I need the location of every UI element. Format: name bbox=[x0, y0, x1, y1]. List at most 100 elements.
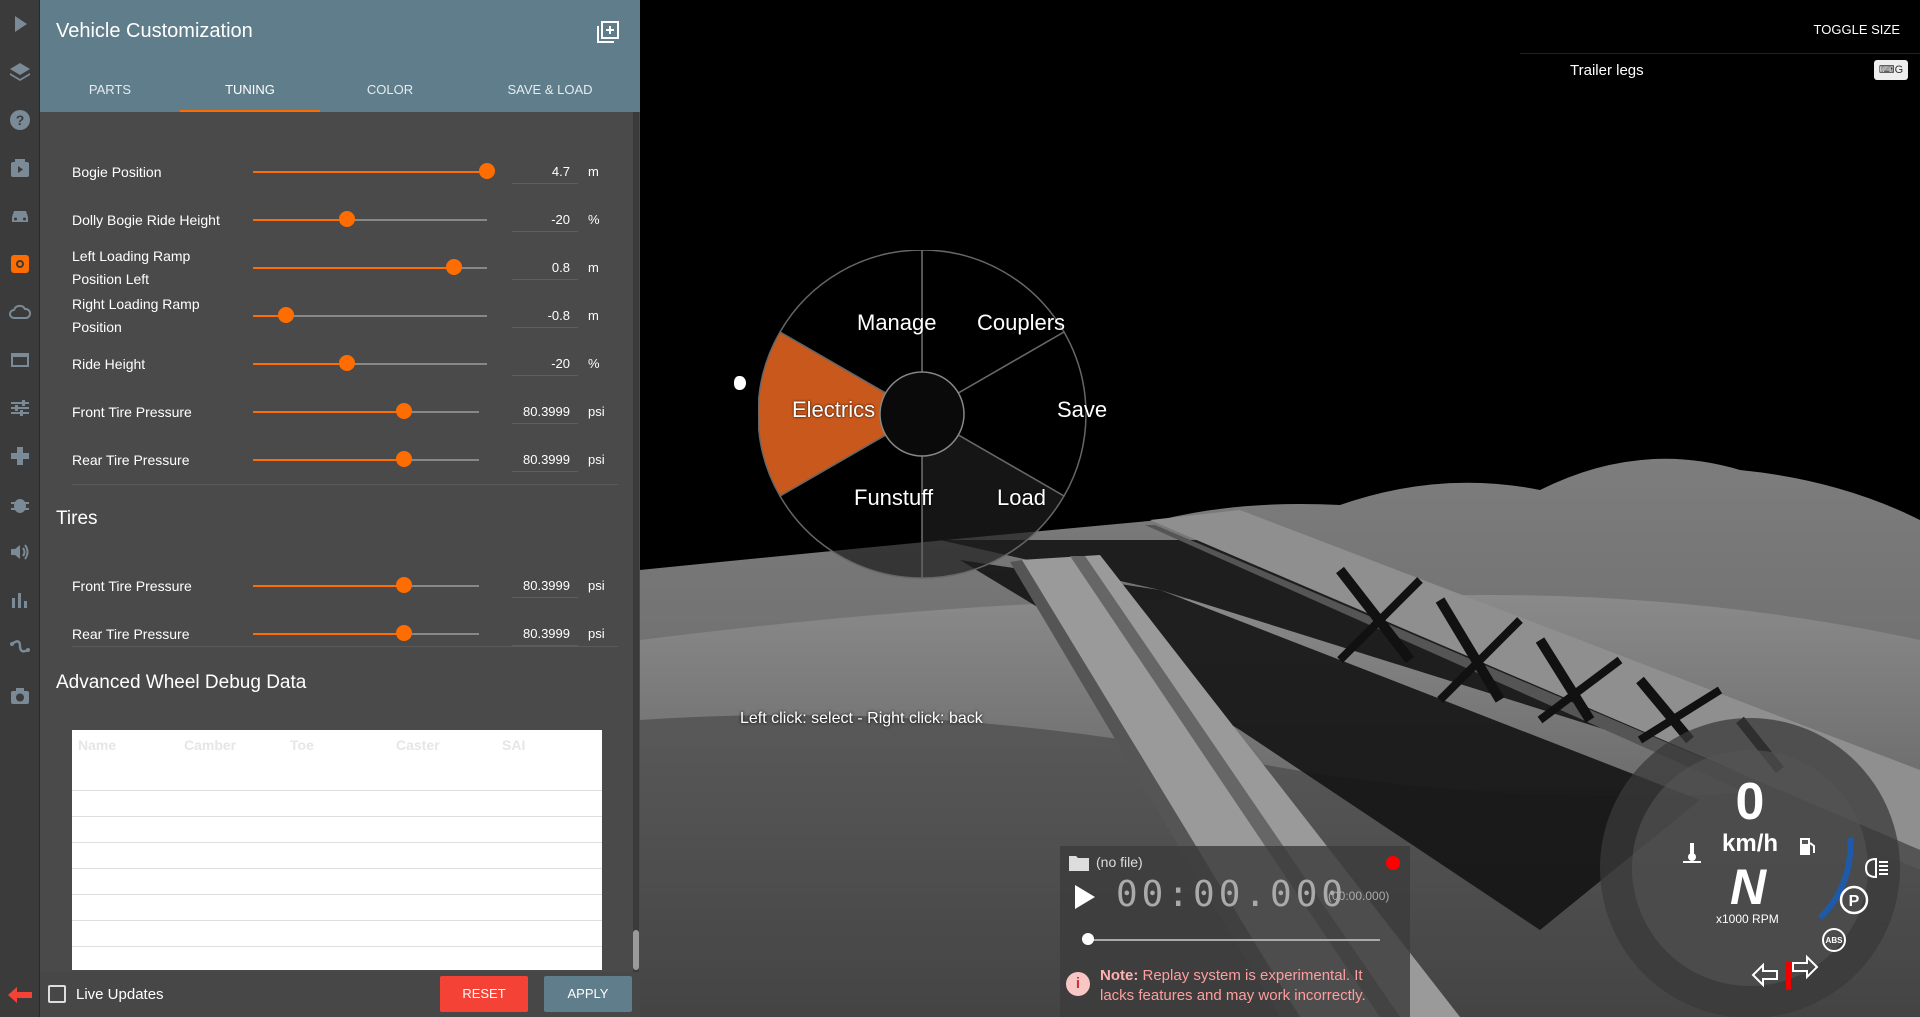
radial-item-save[interactable]: Save bbox=[1057, 397, 1107, 423]
tuning-slider[interactable] bbox=[253, 307, 487, 323]
sliders-icon[interactable] bbox=[0, 390, 40, 426]
panel-scrollbar-thumb[interactable] bbox=[633, 930, 639, 970]
radial-item-funstuff[interactable]: Funstuff bbox=[854, 485, 933, 511]
tuning-slider-thumb[interactable] bbox=[278, 307, 295, 323]
tuning-value-input[interactable]: 80.3999 bbox=[512, 576, 578, 598]
play-icon[interactable] bbox=[1072, 882, 1098, 912]
tuning-slider[interactable] bbox=[253, 403, 479, 419]
radial-item-load[interactable]: Load bbox=[997, 485, 1046, 511]
headlight-icon bbox=[1864, 857, 1888, 879]
layers-icon[interactable] bbox=[0, 54, 40, 90]
bug-icon[interactable] bbox=[0, 486, 40, 522]
tuning-value-input[interactable]: -20 bbox=[512, 354, 578, 376]
tuning-unit: m bbox=[588, 308, 599, 323]
tuning-slider[interactable] bbox=[253, 451, 479, 467]
replay-file-name: (no file) bbox=[1096, 854, 1143, 870]
apply-button[interactable]: APPLY bbox=[544, 976, 632, 1012]
gamepad-icon[interactable] bbox=[0, 438, 40, 474]
tuning-slider[interactable] bbox=[253, 163, 495, 179]
tuning-value-input[interactable]: -0.8 bbox=[512, 306, 578, 328]
info-icon: i bbox=[1066, 972, 1090, 996]
replay-seek-thumb[interactable] bbox=[1082, 933, 1094, 945]
tuning-slider[interactable] bbox=[253, 625, 479, 641]
route-icon[interactable] bbox=[0, 630, 40, 666]
tuning-slider[interactable] bbox=[253, 259, 487, 275]
tab-save-load[interactable]: SAVE & LOAD bbox=[460, 66, 640, 112]
record-icon[interactable] bbox=[1386, 856, 1400, 870]
tab-color[interactable]: COLOR bbox=[320, 66, 460, 112]
tuning-row: Front Tire Pressure 80.3999 psi bbox=[40, 562, 620, 610]
tuning-content[interactable]: Bogie Position 4.7 m Dolly Bogie Ride Heigh… bbox=[40, 112, 632, 972]
replay-panel: (no file) 00:00.000 (00:00.000) i Note: … bbox=[1060, 846, 1410, 1017]
left-turn-signal-icon bbox=[1751, 962, 1778, 988]
tuning-row-label: Left Loading Ramp Position Left bbox=[72, 248, 191, 287]
wheel-debug-table: Name Camber Toe Caster SAI bbox=[72, 730, 602, 970]
tuning-unit: psi bbox=[588, 626, 605, 641]
radial-item-couplers[interactable]: Couplers bbox=[977, 310, 1065, 336]
tuning-value-input[interactable]: 80.3999 bbox=[512, 402, 578, 424]
car-icon[interactable] bbox=[0, 198, 40, 234]
folder-icon[interactable] bbox=[1068, 854, 1090, 872]
cloud-icon[interactable] bbox=[0, 294, 40, 330]
replay-seek-track[interactable] bbox=[1088, 939, 1380, 941]
tuning-slider-fill bbox=[253, 459, 405, 461]
tuning-slider-fill bbox=[253, 585, 405, 587]
back-arrow-icon[interactable] bbox=[6, 983, 34, 1007]
replay-time: 00:00.000 bbox=[1116, 874, 1348, 915]
debug-col-sai: SAI bbox=[502, 737, 526, 753]
tuning-value-input[interactable]: 0.8 bbox=[512, 258, 578, 280]
tuning-value-input[interactable]: -20 bbox=[512, 210, 578, 232]
tuning-slider-thumb[interactable] bbox=[396, 577, 413, 593]
tuning-value-input[interactable]: 80.3999 bbox=[512, 450, 578, 472]
trailer-legs-label: Trailer legs bbox=[1570, 62, 1644, 79]
play-icon[interactable] bbox=[0, 6, 40, 42]
replay-note-bold: Note: bbox=[1100, 967, 1139, 984]
tuning-slider-thumb[interactable] bbox=[396, 451, 413, 467]
radial-item-electrics[interactable]: Electrics bbox=[792, 397, 875, 423]
tuning-slider[interactable] bbox=[253, 577, 479, 593]
panel-scrollbar[interactable] bbox=[633, 112, 639, 972]
svg-text:P: P bbox=[1849, 893, 1860, 910]
tuning-slider-thumb[interactable] bbox=[338, 355, 355, 371]
vehicle-customization-panel: Vehicle Customization PARTS TUNING COLOR… bbox=[40, 0, 640, 1017]
tuning-slider[interactable] bbox=[253, 211, 487, 227]
tuning-slider-thumb[interactable] bbox=[445, 259, 462, 275]
tuning-unit: psi bbox=[588, 452, 605, 467]
toggle-size-button[interactable]: TOGGLE SIZE bbox=[1814, 22, 1900, 37]
add-window-icon[interactable] bbox=[596, 20, 620, 44]
tuning-slider-thumb[interactable] bbox=[479, 163, 495, 179]
tuning-row-label: Bogie Position bbox=[72, 163, 162, 180]
tires-section-title: Tires bbox=[56, 508, 98, 529]
video-icon[interactable] bbox=[0, 150, 40, 186]
radial-item-manage[interactable]: Manage bbox=[857, 310, 937, 336]
debug-table-row-line bbox=[72, 842, 602, 843]
camera-icon[interactable] bbox=[0, 678, 40, 714]
help-icon[interactable]: ? bbox=[0, 102, 40, 138]
tuning-slider-thumb[interactable] bbox=[396, 403, 413, 419]
tuning-value-input[interactable]: 4.7 bbox=[512, 162, 578, 184]
tab-bar: PARTS TUNING COLOR SAVE & LOAD bbox=[40, 66, 640, 112]
reset-button[interactable]: RESET bbox=[440, 976, 528, 1012]
live-updates-checkbox[interactable] bbox=[48, 985, 66, 1003]
bar-chart-icon[interactable] bbox=[0, 582, 40, 618]
tuning-slider-thumb[interactable] bbox=[396, 625, 413, 641]
panel-title: Vehicle Customization bbox=[56, 20, 253, 42]
tuning-unit: m bbox=[588, 164, 599, 179]
radial-menu[interactable] bbox=[758, 250, 1108, 600]
tuning-slider-thumb[interactable] bbox=[338, 211, 355, 227]
gear-indicator: N bbox=[1730, 859, 1767, 915]
tuning-row: Front Tire Pressure 80.3999 psi bbox=[40, 388, 620, 436]
tuning-slider[interactable] bbox=[253, 355, 487, 371]
gear-icon[interactable] bbox=[0, 246, 40, 282]
tab-tuning[interactable]: TUNING bbox=[180, 66, 320, 112]
debug-col-caster: Caster bbox=[396, 737, 440, 753]
volume-icon[interactable] bbox=[0, 534, 40, 570]
window-icon[interactable] bbox=[0, 342, 40, 378]
divider bbox=[72, 646, 618, 647]
tuning-row: Dolly Bogie Ride Height -20% bbox=[40, 196, 620, 244]
tuning-value-input[interactable]: 80.3999 bbox=[512, 624, 578, 646]
debug-table-row-line bbox=[72, 946, 602, 947]
panel-header: Vehicle Customization PARTS TUNING COLOR… bbox=[40, 0, 640, 112]
tab-parts[interactable]: PARTS bbox=[40, 66, 180, 112]
tuning-row-label: Right Loading Ramp Position bbox=[72, 296, 200, 335]
